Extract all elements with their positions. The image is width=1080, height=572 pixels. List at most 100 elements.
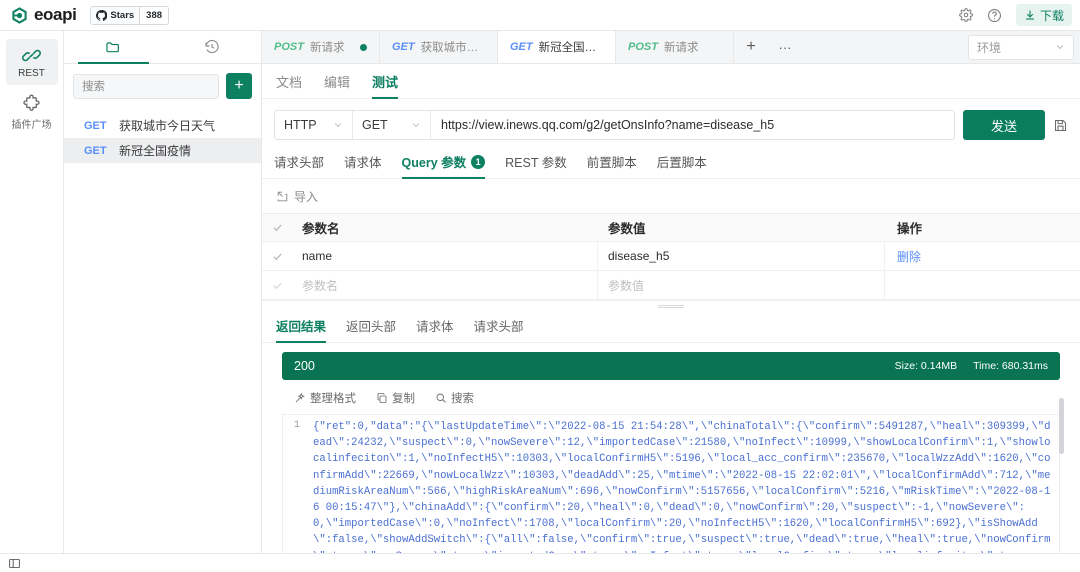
tab-response-headers[interactable]: 返回头部 <box>346 316 396 342</box>
format-wand-icon <box>294 392 306 404</box>
url-input[interactable]: https://view.inews.qq.com/g2/getOnsInfo?… <box>431 111 954 139</box>
gear-icon[interactable] <box>959 8 973 22</box>
panel-splitter[interactable] <box>262 300 1080 311</box>
response-json-body[interactable]: {"ret":0,"data":"{\"lastUpdateTime\":\"2… <box>305 415 1059 553</box>
tab-test[interactable]: 测试 <box>372 72 399 99</box>
collection-panel: 搜索 + GET 获取城市今日天气 GET 新冠全国疫情 <box>64 31 262 553</box>
body-row: REST 插件广场 搜索 + GET 获取城市今日天气 GET 新冠全国疫情 P… <box>0 31 1080 553</box>
protocol-value: HTTP <box>284 118 317 132</box>
sidebar-item-plugins-label: 插件广场 <box>11 119 52 131</box>
request-tab[interactable]: GET 获取城市今日... <box>380 31 498 63</box>
tab-query-params[interactable]: Query 参数 1 <box>401 152 486 179</box>
main-area: POST 新请求 GET 获取城市今日... GET 新冠全国疫情 POST 新… <box>262 31 1080 553</box>
github-stars-widget[interactable]: Stars 388 <box>90 5 170 25</box>
tab-post-script[interactable]: 后置脚本 <box>657 152 707 178</box>
app-logo: eoapi <box>10 5 77 25</box>
row-checkbox[interactable] <box>262 251 292 262</box>
request-tab-active[interactable]: GET 新冠全国疫情 <box>498 31 616 63</box>
param-value-input[interactable]: disease_h5 <box>598 242 885 270</box>
download-button[interactable]: 下载 <box>1015 4 1072 26</box>
tab-strip-right: 环境 <box>968 31 1080 63</box>
protocol-select[interactable]: HTTP <box>275 111 353 139</box>
tab-pre-script-label: 前置脚本 <box>586 156 637 170</box>
sidebar-item-rest-label: REST <box>18 67 45 79</box>
splitter-grip-icon <box>658 304 684 308</box>
tab-collection-history[interactable] <box>163 31 262 63</box>
environment-value: 环境 <box>977 40 1002 55</box>
format-button[interactable]: 整理格式 <box>294 390 356 406</box>
api-list: GET 获取城市今日天气 GET 新冠全国疫情 <box>64 113 261 163</box>
line-number-gutter: 1 <box>293 419 300 431</box>
api-name: 新冠全国疫情 <box>119 144 192 158</box>
panel-toggle-icon[interactable] <box>8 557 21 570</box>
unsaved-dot-icon <box>360 43 367 51</box>
tab-more-button[interactable]: ··· <box>768 31 802 63</box>
select-all-checkbox[interactable] <box>262 222 292 233</box>
param-value-input[interactable]: 参数值 <box>598 271 885 299</box>
request-sub-tabs: 请求头部 请求体 Query 参数 1 REST 参数 前置脚本 后置脚本 <box>262 148 1080 179</box>
response-scrollbar-thumb[interactable] <box>1059 398 1064 454</box>
eoapi-window: eoapi Stars 388 下载 REST 插件广场 搜索 + GET 获取… <box>0 0 1080 572</box>
query-params-table: 参数名 参数值 操作 name disease_h5 删除 参数名 参数值 <box>262 213 1080 300</box>
tab-pre-script[interactable]: 前置脚本 <box>587 152 637 178</box>
param-name-input[interactable]: name <box>292 242 598 270</box>
row-checkbox[interactable] <box>262 280 292 291</box>
response-body-viewer[interactable]: 1 {"ret":0,"data":"{\"lastUpdateTime\":\… <box>282 414 1060 553</box>
copy-label: 复制 <box>392 393 415 405</box>
tab-document[interactable]: 文档 <box>276 72 302 98</box>
request-tab[interactable]: POST 新请求 <box>262 31 380 63</box>
table-header-row: 参数名 参数值 操作 <box>262 214 1080 242</box>
import-icon <box>276 190 289 203</box>
copy-icon <box>376 392 388 404</box>
tab-rest-params[interactable]: REST 参数 <box>505 152 567 178</box>
method-select[interactable]: GET <box>353 111 431 139</box>
tab-request-headers[interactable]: 请求头部 <box>274 152 324 178</box>
request-tab-title: 获取城市今日... <box>420 42 485 54</box>
history-clock-icon <box>204 39 220 55</box>
search-input[interactable]: 搜索 <box>73 73 219 99</box>
response-size: Size: 0.14MB <box>894 360 958 372</box>
delete-param-link[interactable]: 删除 <box>897 248 921 265</box>
import-button[interactable]: 导入 <box>262 179 1080 213</box>
url-row: HTTP GET https://view.inews.qq.com/g2/ge… <box>262 99 1080 148</box>
url-group: HTTP GET https://view.inews.qq.com/g2/ge… <box>274 110 955 140</box>
tab-edit[interactable]: 编辑 <box>324 72 350 98</box>
send-button[interactable]: 发送 <box>963 110 1045 140</box>
bottom-status-bar <box>0 553 1080 572</box>
response-scrollbar[interactable] <box>1059 398 1064 554</box>
doc-tabs: 文档 编辑 测试 <box>262 64 1080 99</box>
request-tab-title: 新冠全国疫情 <box>538 42 603 54</box>
tab-request-body[interactable]: 请求体 <box>344 152 382 178</box>
stars-label: Stars <box>110 9 135 21</box>
request-tab-method: POST <box>628 41 658 53</box>
github-stars-button[interactable]: Stars <box>91 6 141 24</box>
stars-count: 388 <box>140 6 169 24</box>
param-name-input[interactable]: 参数名 <box>292 271 598 299</box>
save-icon[interactable] <box>1053 118 1068 133</box>
column-header-operation: 操作 <box>897 222 923 236</box>
table-row: name disease_h5 删除 <box>262 242 1080 271</box>
list-item[interactable]: GET 新冠全国疫情 <box>64 138 261 163</box>
tab-response-request-headers[interactable]: 请求头部 <box>474 316 524 342</box>
response-time: Time: 680.31ms <box>973 360 1048 372</box>
new-tab-button[interactable]: + <box>734 31 768 63</box>
search-button[interactable]: 搜索 <box>435 390 474 406</box>
row-operation-cell <box>885 271 1080 299</box>
sidebar-item-plugins[interactable]: 插件广场 <box>6 89 58 135</box>
request-tab-title: 新请求 <box>309 42 345 54</box>
top-bar: eoapi Stars 388 下载 <box>0 0 1080 31</box>
tab-response-result[interactable]: 返回结果 <box>276 316 327 343</box>
tab-response-request-body[interactable]: 请求体 <box>416 316 454 342</box>
request-tab-method: POST <box>274 41 304 53</box>
list-item[interactable]: GET 获取城市今日天气 <box>64 113 261 138</box>
api-name: 获取城市今日天气 <box>119 119 216 133</box>
question-circle-icon[interactable] <box>987 8 1002 23</box>
tab-collection-folder[interactable] <box>64 31 163 64</box>
environment-select[interactable]: 环境 <box>968 34 1074 60</box>
status-wrap: 200 Size: 0.14MB Time: 680.31ms <box>262 343 1080 380</box>
copy-button[interactable]: 复制 <box>376 390 415 406</box>
request-tab[interactable]: POST 新请求 <box>616 31 734 63</box>
sidebar-item-rest[interactable]: REST <box>5 39 58 85</box>
tab-rest-params-label: REST 参数 <box>505 156 567 170</box>
add-api-button[interactable]: + <box>226 73 252 99</box>
